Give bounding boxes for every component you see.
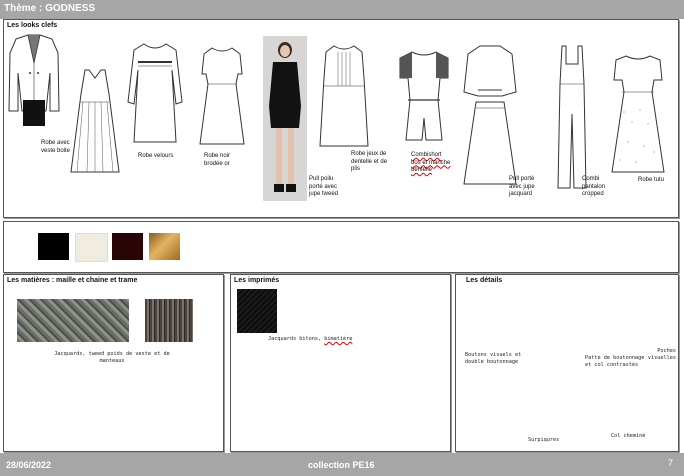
page-number: 7 <box>668 458 674 468</box>
look-label: Combishort dos et manche dentelle <box>411 152 451 175</box>
detail-label: Surpiqures <box>528 437 560 443</box>
sketch-pleated-dress <box>70 69 120 173</box>
looks-title: Les looks clefs <box>7 22 58 29</box>
model-photo <box>263 36 307 201</box>
detail-label: Poches visuelles <box>647 348 676 361</box>
look-label: Robe tutu <box>638 177 665 183</box>
fabric-jacquard-sample <box>17 299 129 342</box>
color-swatch-burgundy <box>112 233 143 260</box>
look-label-flagged: Combishort dos et manche dentelle <box>411 152 451 173</box>
color-swatch-ecru <box>75 233 108 262</box>
sketch-combishort <box>399 51 449 141</box>
sketch-cropped-jumpsuit <box>557 45 587 189</box>
look-label: Robe velours <box>138 153 174 159</box>
black-dress-thumbnail <box>23 100 45 126</box>
detail-label: Col cheminé <box>611 433 646 439</box>
imprimes-title: Les imprimés <box>234 277 280 284</box>
look-label: Robe jeux de dentelle et de plis <box>351 151 388 172</box>
look-label: Robe avec veste boite <box>41 140 71 154</box>
matieres-caption: Jacquards, tweed poids de veste et de ma… <box>54 351 170 364</box>
fabric-tweed-sample <box>145 299 193 342</box>
details-title: Les détails <box>466 277 503 284</box>
sketch-jacquard-set <box>463 45 517 185</box>
color-swatch-black <box>38 233 69 260</box>
look-label: Combi pantalon cropped <box>582 176 606 197</box>
matieres-title: Les matières : maille et chaine et trame <box>7 277 138 284</box>
look-label: Pull poilu porté avec jupe tweed <box>309 176 339 197</box>
header-bar: Thème : GODNESS <box>0 0 684 19</box>
footer-date: 28/06/2022 <box>6 460 52 470</box>
footer-bar: 28/06/2022 collection PE16 7 <box>0 453 684 476</box>
footer-collection: collection PE16 <box>308 460 375 470</box>
sketch-velvet-dress <box>127 43 183 143</box>
sketch-lace-pleat-dress <box>319 45 369 147</box>
sketch-tutu-dress <box>611 55 665 173</box>
theme-title: Thème : GODNESS <box>4 3 96 14</box>
look-label: Pull porté avec jupe jacquard <box>509 176 535 197</box>
imprimes-caption: Jacquards bitons, bimatière <box>268 336 353 342</box>
detail-label: Boutons visuels et double boutonnage <box>465 352 522 365</box>
look-label: Robe noir brodée or <box>204 153 231 167</box>
sketch-embroidered-dress <box>199 47 245 145</box>
print-sample <box>237 289 277 333</box>
color-swatch-gold <box>149 233 180 260</box>
